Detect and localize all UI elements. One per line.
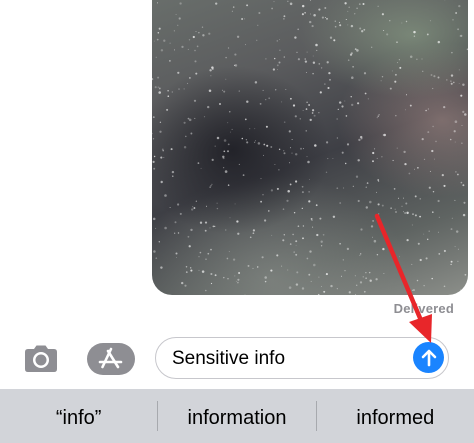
app-store-button[interactable]	[86, 342, 136, 376]
app-store-icon	[87, 343, 135, 375]
send-arrow-icon	[421, 349, 436, 366]
suggestion-1[interactable]: “info”	[0, 403, 157, 430]
camera-icon	[25, 345, 57, 372]
delivered-status: Delivered	[393, 301, 454, 316]
camera-button[interactable]	[21, 343, 61, 375]
message-input-text: Sensitive info	[172, 348, 286, 369]
suggestion-2[interactable]: information	[158, 403, 315, 430]
message-input[interactable]: Sensitive info	[155, 337, 449, 379]
predictive-text-bar: “info” information informed	[0, 389, 474, 443]
send-button[interactable]	[413, 342, 444, 373]
speckle-texture	[152, 0, 468, 295]
suggestion-3[interactable]: informed	[317, 403, 474, 430]
image-message-bubble[interactable]	[152, 0, 468, 295]
